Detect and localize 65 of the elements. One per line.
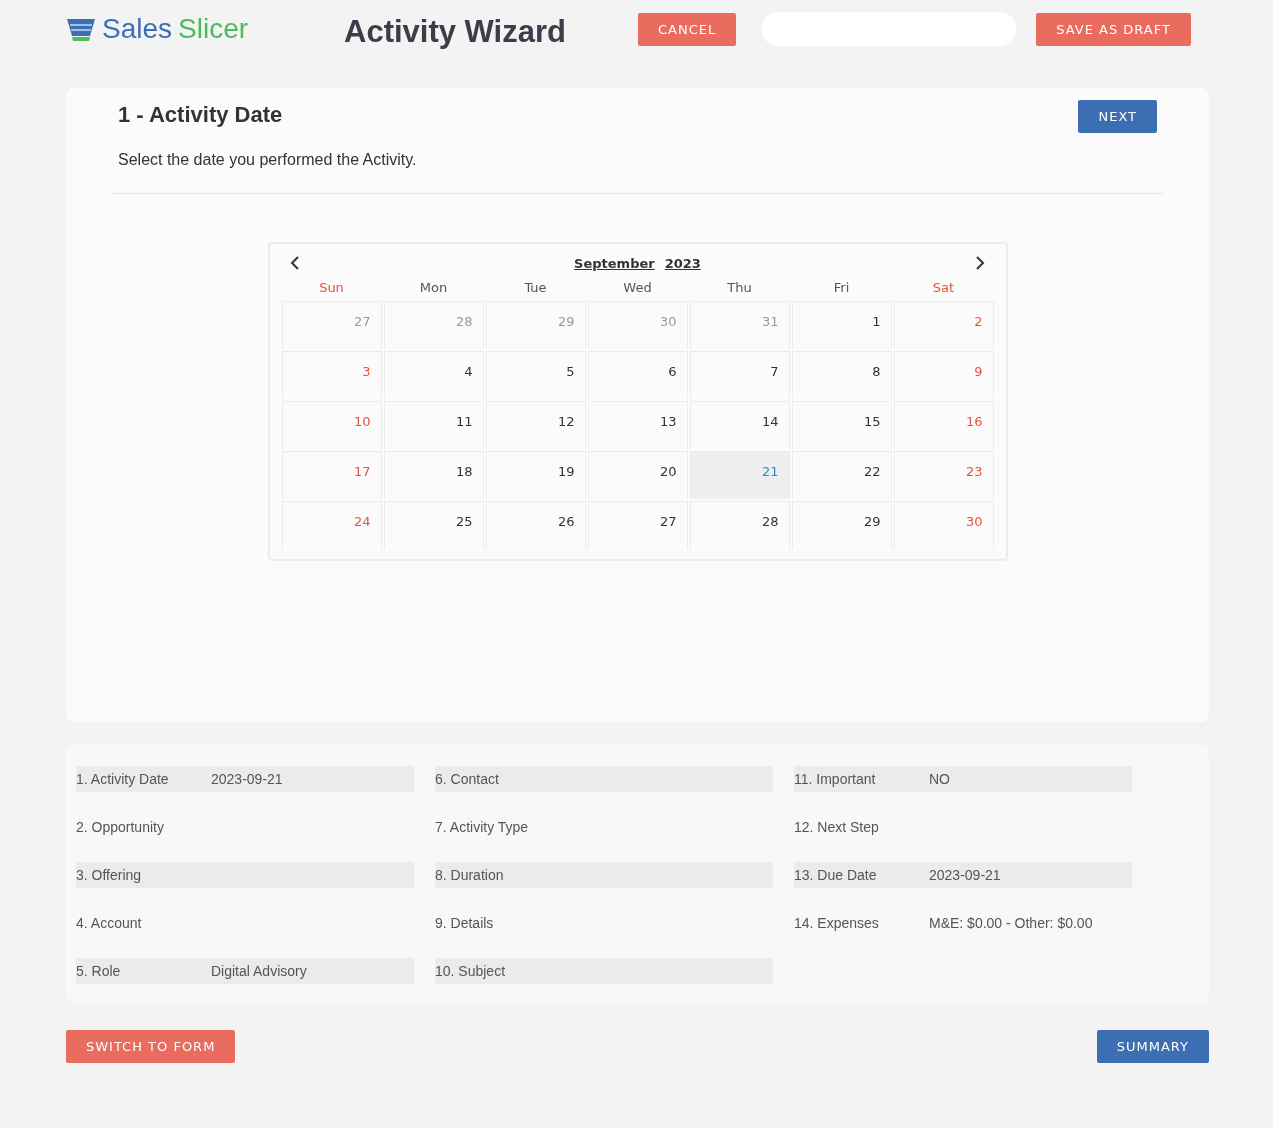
day-cell[interactable]: 25 [383, 501, 484, 549]
summary-value: 2023-09-21 [211, 771, 283, 787]
summary-label: 11. Important [794, 771, 877, 787]
day-cell[interactable]: 3 [281, 351, 382, 399]
summary-label: 4. Account [76, 915, 143, 931]
day-cell[interactable]: 4 [383, 351, 484, 399]
summary-value: 2023-09-21 [929, 867, 1001, 883]
day-cell[interactable]: 7 [689, 351, 790, 399]
summary-value: M&E: $0.00 - Other: $0.00 [929, 915, 1093, 931]
weekday-label: Wed [622, 279, 653, 297]
day-cell[interactable]: 23 [893, 451, 994, 499]
day-cell[interactable]: 26 [485, 501, 586, 549]
summary-label: 14. Expenses [794, 915, 880, 931]
summary-label: 9. Details [435, 915, 495, 931]
day-cell[interactable]: 20 [587, 451, 688, 499]
day-cell[interactable]: 29 [791, 501, 892, 549]
weekday-label: Thu [726, 279, 753, 297]
summary-button[interactable]: SUMMARY [1096, 1030, 1209, 1063]
year-link[interactable]: 2023 [664, 255, 701, 271]
weekday-label: Sat [931, 279, 956, 297]
month-link[interactable]: September [574, 255, 655, 271]
weekday-label: Fri [832, 279, 851, 297]
logo-icon [66, 16, 96, 42]
day-cell[interactable]: 5 [485, 351, 586, 399]
day-cell[interactable]: 18 [383, 451, 484, 499]
day-cell[interactable]: 2 [893, 301, 994, 349]
step-title: 1 - Activity Date [118, 102, 283, 128]
day-cell[interactable]: 24 [281, 501, 382, 549]
day-cell[interactable]: 11 [383, 401, 484, 449]
day-cell[interactable]: 8 [791, 351, 892, 399]
logo-text: Slicer [178, 13, 249, 45]
page-title: Activity Wizard [344, 14, 567, 50]
logo-text: Sales [102, 13, 173, 45]
day-cell[interactable]: 15 [791, 401, 892, 449]
summary-label: 6. Contact [435, 771, 500, 787]
summary-label: 5. Role [76, 963, 122, 979]
day-cell[interactable]: 1 [791, 301, 892, 349]
summary-label: 1. Activity Date [76, 771, 170, 787]
next-button[interactable]: NEXT [1078, 100, 1157, 133]
day-cell[interactable]: 17 [281, 451, 382, 499]
summary-label: 2. Opportunity [76, 819, 165, 835]
summary-label: 7. Activity Type [435, 819, 530, 835]
day-cell[interactable]: 10 [281, 401, 382, 449]
day-cell[interactable]: 27 [587, 501, 688, 549]
day-cell[interactable]: 12 [485, 401, 586, 449]
day-cell[interactable]: 19 [485, 451, 586, 499]
weekday-label: Tue [523, 279, 548, 297]
summary-label: 12. Next Step [794, 819, 880, 835]
day-cell[interactable]: 6 [587, 351, 688, 399]
summary-value: Digital Advisory [211, 963, 307, 979]
day-cell[interactable]: 22 [791, 451, 892, 499]
day-cell[interactable]: 16 [893, 401, 994, 449]
weekday-label: Sun [318, 279, 345, 297]
weekday-label: Mon [418, 279, 449, 297]
summary-value: NO [929, 771, 950, 787]
instruction-text: Select the date you performed the Activity. [118, 151, 418, 169]
day-cell[interactable]: 28 [689, 501, 790, 549]
day-cell[interactable]: 14 [689, 401, 790, 449]
summary-label: 8. Duration [435, 867, 505, 883]
day-cell[interactable]: 30 [893, 501, 994, 549]
day-cell[interactable]: 13 [587, 401, 688, 449]
summary-label: 10. Subject [435, 963, 507, 979]
summary-label: 3. Offering [76, 867, 143, 883]
day-cell[interactable]: 9 [893, 351, 994, 399]
summary-label: 13. Due Date [794, 867, 878, 883]
